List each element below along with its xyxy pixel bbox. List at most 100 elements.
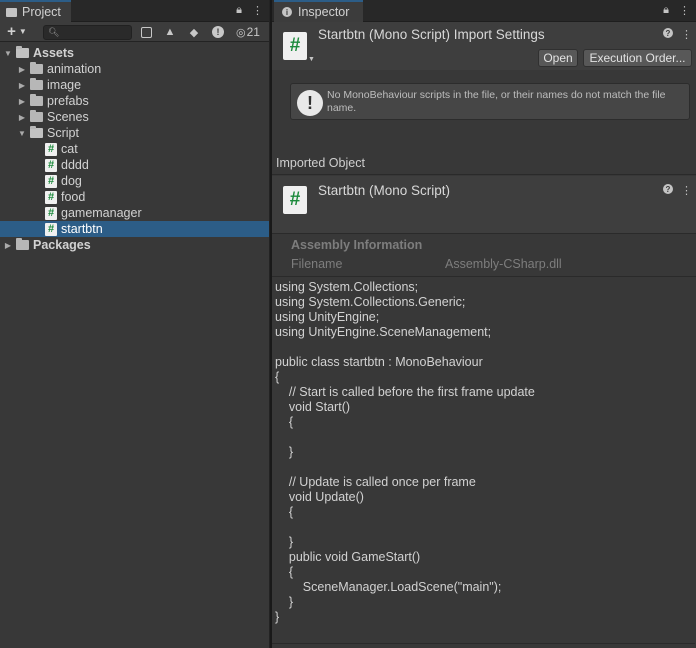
tree-item-gamemanager[interactable]: # gamemanager [0, 205, 269, 221]
tree-item-food[interactable]: # food [0, 189, 269, 205]
code-line: { [275, 415, 294, 429]
dropdown-arrow-icon: ▼ [18, 27, 27, 36]
expand-arrow-icon[interactable]: ▼ [3, 49, 13, 58]
code-line: using System.Collections; [275, 280, 419, 294]
kebab-menu-icon[interactable]: ⋮ [681, 28, 692, 41]
warning-filter-button[interactable]: ! [206, 22, 230, 42]
lock-icon[interactable]: 🔒︎ [663, 4, 669, 17]
tab-project[interactable]: Project [0, 0, 71, 22]
code-line: public class startbtn : MonoBehaviour [275, 355, 483, 369]
toolbar-icons: ▲ ◆ ! ◎ 21 [134, 22, 266, 42]
project-tab-icons: 🔒︎ ⋮ [236, 4, 263, 17]
collapse-arrow-icon[interactable]: ▶ [17, 97, 27, 106]
expand-arrow-icon[interactable]: ▼ [17, 129, 27, 138]
code-line: { [275, 565, 294, 579]
code-line: void Update() [275, 490, 364, 504]
tree-item-packages[interactable]: ▶ Packages [0, 237, 269, 253]
hidden-count: 21 [246, 25, 260, 39]
assembly-title: Assembly Information [291, 238, 423, 252]
code-line: } [275, 535, 294, 549]
tree-item-label: dddd [61, 158, 89, 172]
eye-slash-icon: ◎ [236, 26, 246, 39]
csharp-script-icon: # [45, 174, 57, 188]
folder-icon [30, 110, 43, 122]
scene-search-button[interactable] [134, 22, 158, 42]
imported-object-header: # Startbtn (Mono Script) ? ⋮ [272, 176, 696, 234]
tab-inspector-label: Inspector [298, 5, 350, 19]
kebab-menu-icon[interactable]: ⋮ [252, 4, 263, 17]
folder-icon [30, 62, 43, 74]
tab-project-label: Project [22, 5, 61, 19]
search-scene-icon [140, 26, 152, 38]
dropdown-arrow-icon[interactable]: ▼ [308, 56, 315, 63]
tag-icon: ◆ [189, 26, 199, 39]
collapse-arrow-icon[interactable]: ▶ [17, 81, 27, 90]
tree-item-dddd[interactable]: # dddd [0, 157, 269, 173]
tab-inspector[interactable]: i Inspector [274, 0, 364, 22]
tree-item-startbtn[interactable]: # startbtn [0, 221, 269, 237]
code-line: } [275, 445, 294, 459]
tree-item-dog[interactable]: # dog [0, 173, 269, 189]
search-field[interactable] [58, 26, 130, 39]
tree-item-assets[interactable]: ▼ Assets [0, 45, 269, 61]
code-line: void Start() [275, 400, 351, 414]
tree-item-label: image [47, 78, 82, 92]
tree-item-animation[interactable]: ▶ animation [0, 61, 269, 77]
exclamation-circle-icon: ! [212, 26, 224, 38]
project-tree: ▼ Assets ▶ animation ▶ image ▶ prefabs ▶ [0, 45, 269, 253]
filter-type-button[interactable]: ▲ [158, 22, 182, 42]
folder-icon [16, 238, 29, 250]
inspector-tab-icons: 🔒︎ ⋮ [663, 4, 690, 17]
kebab-menu-icon[interactable]: ⋮ [679, 4, 690, 17]
warning-helpbox: ! No MonoBehaviour scripts in the file, … [290, 83, 690, 120]
hidden-packages-button[interactable]: ◎ 21 [230, 22, 266, 42]
assembly-information: Assembly Information Filename Assembly-C… [272, 235, 696, 277]
code-line: } [275, 610, 280, 624]
tree-item-label: gamemanager [61, 206, 142, 220]
object-header-icons: ? ⋮ [663, 184, 692, 197]
tree-item-label: dog [61, 174, 82, 188]
tree-item-label: food [61, 190, 86, 204]
csharp-script-icon: # [45, 222, 57, 236]
project-tabbar: Project 🔒︎ ⋮ [0, 0, 269, 22]
code-line: using UnityEngine.SceneManagement; [275, 325, 492, 339]
open-button[interactable]: Open [538, 49, 578, 67]
code-line: using UnityEngine; [275, 310, 380, 324]
tree-item-script[interactable]: ▼ Script [0, 125, 269, 141]
code-line: } [275, 595, 294, 609]
kebab-menu-icon[interactable]: ⋮ [681, 184, 692, 197]
tree-item-cat[interactable]: # cat [0, 141, 269, 157]
collapse-arrow-icon[interactable]: ▶ [17, 113, 27, 122]
tree-item-label: cat [61, 142, 78, 156]
create-button[interactable]: + ▼ [0, 22, 34, 42]
code-line: // Start is called before the first fram… [275, 385, 535, 399]
import-settings-title: Startbtn (Mono Script) Import Settings [318, 27, 545, 42]
tree-item-label: animation [47, 62, 102, 76]
tree-item-prefabs[interactable]: ▶ prefabs [0, 93, 269, 109]
collapse-arrow-icon[interactable]: ▶ [3, 241, 13, 250]
filename-value: Assembly-CSharp.dll [445, 257, 562, 271]
collapse-arrow-icon[interactable]: ▶ [17, 65, 27, 74]
filename-label: Filename [291, 257, 343, 271]
folder-icon [16, 46, 29, 58]
exclamation-icon: ! [297, 90, 323, 116]
tree-item-scenes[interactable]: ▶ Scenes [0, 109, 269, 125]
project-panel: Project 🔒︎ ⋮ + ▼ 🔍︎ ▲ ◆ ! ◎ 21 ▼ Assets … [0, 0, 270, 648]
execution-order-button[interactable]: Execution Order... [583, 49, 692, 67]
filter-label-button[interactable]: ◆ [182, 22, 206, 42]
code-line: { [275, 370, 280, 384]
lock-icon[interactable]: 🔒︎ [236, 4, 242, 17]
folder-icon [6, 7, 17, 17]
tree-item-image[interactable]: ▶ image [0, 77, 269, 93]
search-input[interactable]: 🔍︎ [43, 25, 132, 40]
help-icon[interactable]: ? [663, 184, 673, 194]
tree-item-label: Assets [33, 46, 74, 60]
csharp-script-icon: # [45, 158, 57, 172]
imported-object-title: Startbtn (Mono Script) [318, 183, 451, 198]
import-settings-header: # ▼ Startbtn (Mono Script) Import Settin… [272, 22, 696, 70]
help-icon[interactable]: ? [663, 28, 673, 38]
csharp-script-icon: # [45, 142, 57, 156]
